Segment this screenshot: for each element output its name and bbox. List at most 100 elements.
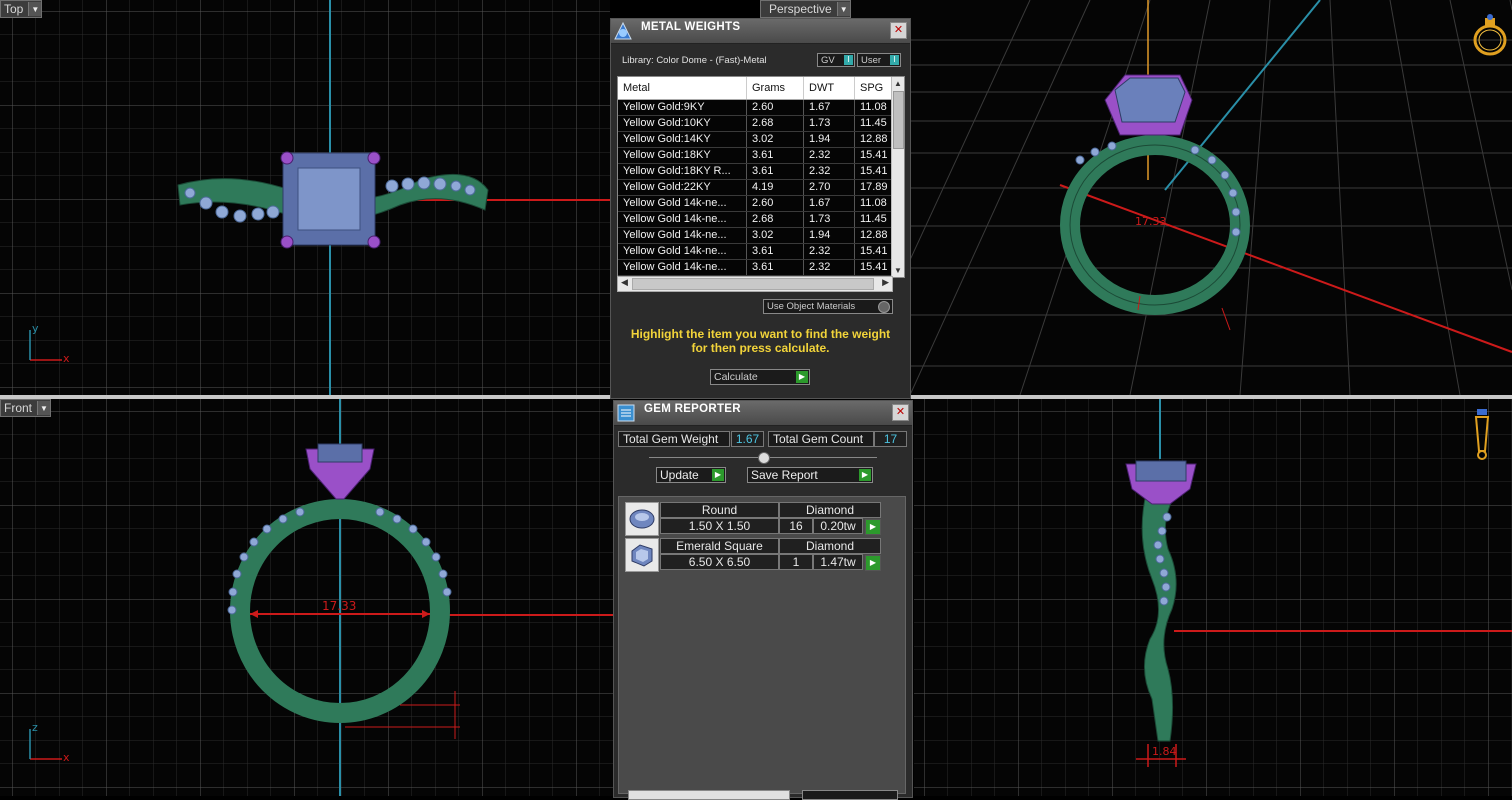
viewport-perspective-label[interactable]: Perspective ▼ — [760, 0, 851, 18]
chevron-up-icon[interactable]: ▲ — [894, 79, 902, 88]
table-cell: 1.94 — [804, 228, 855, 243]
play-icon: ▶ — [859, 469, 871, 481]
use-object-materials-toggle[interactable]: Use Object Materials — [763, 299, 893, 314]
scroll-thumb[interactable] — [632, 278, 874, 290]
toggle-label: GV — [821, 54, 835, 66]
table-cell: 11.45 — [855, 212, 892, 227]
user-toggle[interactable]: User I — [857, 53, 901, 67]
svg-text:z: z — [32, 721, 38, 734]
viewport-front[interactable]: 17.33 x z Front ▼ — [0, 399, 614, 796]
perspective-dimension: 17.33 — [1135, 215, 1167, 228]
viewport-top[interactable]: x y Top ▼ — [0, 0, 610, 395]
panel-titlebar[interactable]: METAL WEIGHTS ✕ — [611, 19, 910, 44]
svg-text:y: y — [32, 322, 39, 335]
table-cell: 15.41 — [855, 244, 892, 259]
table-row[interactable]: Yellow Gold 14k-ne... 2.68 1.73 11.45 — [618, 212, 904, 228]
toggle-label: Use Object Materials — [767, 301, 856, 312]
column-header[interactable]: SPG — [855, 77, 892, 99]
metal-table[interactable]: Metal Grams DWT SPG Yellow Gold:9KY 2.60 1… — [617, 76, 905, 278]
chevron-left-icon[interactable]: ◀ — [621, 277, 628, 288]
table-cell: 17.89 — [855, 180, 892, 195]
table-row[interactable]: Yellow Gold:10KY 2.68 1.73 11.45 — [618, 116, 904, 132]
table-cell: Yellow Gold:22KY — [618, 180, 747, 195]
metal-weights-icon — [614, 21, 632, 40]
chevron-down-icon[interactable]: ▼ — [836, 2, 850, 16]
pendant-navigator-icon[interactable] — [1470, 407, 1494, 461]
button-label: Update — [660, 468, 699, 482]
table-cell: 15.41 — [855, 164, 892, 179]
table-row[interactable]: Yellow Gold:9KY 2.60 1.67 11.08 — [618, 100, 904, 116]
play-icon[interactable]: ▶ — [865, 519, 881, 535]
gem-cut: Round — [660, 502, 779, 518]
vertical-scrollbar[interactable]: ▲ ▼ — [891, 77, 904, 277]
gem-size: 6.50 X 6.50 — [660, 554, 779, 570]
radio-icon — [878, 301, 890, 313]
total-gem-weight-value: 1.67 — [731, 431, 764, 447]
gem-count: 1 — [779, 554, 813, 570]
gem-weight: 0.20tw — [813, 518, 863, 534]
gem-cut: Emerald Square — [660, 538, 779, 554]
panel-title: METAL WEIGHTS — [641, 21, 741, 33]
column-header[interactable]: Grams — [747, 77, 804, 99]
round-gem-icon — [625, 502, 659, 536]
panel-title: GEM REPORTER — [644, 403, 741, 415]
table-cell: 11.08 — [855, 196, 892, 211]
viewport-name: Front — [4, 401, 33, 415]
table-cell: Yellow Gold 14k-ne... — [618, 228, 747, 243]
viewport-top-label[interactable]: Top ▼ — [0, 0, 43, 18]
close-icon[interactable]: ✕ — [890, 22, 907, 39]
column-header[interactable]: Metal — [618, 77, 747, 99]
table-cell: 1.73 — [804, 116, 855, 131]
report-dropdown[interactable] — [628, 790, 790, 800]
table-cell: Yellow Gold 14k-ne... — [618, 212, 747, 227]
play-icon: ▶ — [796, 371, 808, 383]
chevron-down-icon[interactable]: ▼ — [37, 401, 51, 415]
gem-material: Diamond — [779, 502, 881, 518]
chevron-right-icon[interactable]: ▶ — [882, 277, 889, 288]
table-cell: 2.60 — [747, 100, 804, 115]
gem-list: Round Diamond 1.50 X 1.50 16 0.20tw ▶ Em… — [618, 496, 906, 794]
table-cell: Yellow Gold 14k-ne... — [618, 244, 747, 259]
chevron-down-icon[interactable]: ▼ — [28, 2, 42, 16]
calculate-button[interactable]: Calculate ▶ — [710, 369, 810, 385]
table-row[interactable]: Yellow Gold:14KY 3.02 1.94 12.88 — [618, 132, 904, 148]
gem-reporter-panel: GEM REPORTER ✕ Total Gem Weight 1.67 Tot… — [613, 400, 913, 800]
horizontal-scrollbar[interactable]: ◀ ▶ — [617, 276, 893, 292]
ring-navigator-icon[interactable] — [1470, 14, 1510, 58]
close-icon[interactable]: ✕ — [892, 404, 909, 421]
emerald-gem-icon — [625, 538, 659, 572]
table-cell: 2.32 — [804, 148, 855, 163]
scroll-thumb[interactable] — [893, 91, 904, 149]
report-dropdown-secondary[interactable] — [802, 790, 898, 800]
table-row[interactable]: Yellow Gold 14k-ne... 3.02 1.94 12.88 — [618, 228, 904, 244]
table-cell: 1.67 — [804, 100, 855, 115]
table-row[interactable]: Yellow Gold:22KY 4.19 2.70 17.89 — [618, 180, 904, 196]
table-row[interactable]: Yellow Gold 14k-ne... 3.61 2.32 15.41 — [618, 260, 904, 276]
table-row[interactable]: Yellow Gold:18KY R... 3.61 2.32 15.41 — [618, 164, 904, 180]
table-cell: 2.32 — [804, 260, 855, 275]
table-cell: 11.08 — [855, 100, 892, 115]
column-header[interactable]: DWT — [804, 77, 855, 99]
table-cell: 3.61 — [747, 164, 804, 179]
gem-size: 1.50 X 1.50 — [660, 518, 779, 534]
save-report-button[interactable]: Save Report ▶ — [747, 467, 873, 483]
panel-titlebar[interactable]: GEM REPORTER ✕ — [614, 401, 912, 426]
viewport-front-label[interactable]: Front ▼ — [0, 399, 52, 417]
table-cell: 2.32 — [804, 244, 855, 259]
toggle-label: User — [861, 54, 882, 66]
update-button[interactable]: Update ▶ — [656, 467, 726, 483]
table-cell: 3.02 — [747, 228, 804, 243]
table-row[interactable]: Yellow Gold:18KY 3.61 2.32 15.41 — [618, 148, 904, 164]
table-cell: 3.61 — [747, 148, 804, 163]
gv-toggle[interactable]: GV I — [817, 53, 855, 67]
table-row[interactable]: Yellow Gold 14k-ne... 2.60 1.67 11.08 — [618, 196, 904, 212]
play-icon[interactable]: ▶ — [865, 555, 881, 571]
viewport-name: Perspective — [769, 2, 832, 16]
table-row[interactable]: Yellow Gold 14k-ne... 3.61 2.32 15.41 — [618, 244, 904, 260]
viewport-right[interactable]: 1.84 — [914, 399, 1512, 796]
gem-report-icon — [617, 404, 635, 422]
collapse-knob-icon[interactable] — [758, 452, 770, 464]
table-cell: 1.73 — [804, 212, 855, 227]
table-cell: 12.88 — [855, 132, 892, 147]
chevron-down-icon[interactable]: ▼ — [894, 266, 902, 275]
